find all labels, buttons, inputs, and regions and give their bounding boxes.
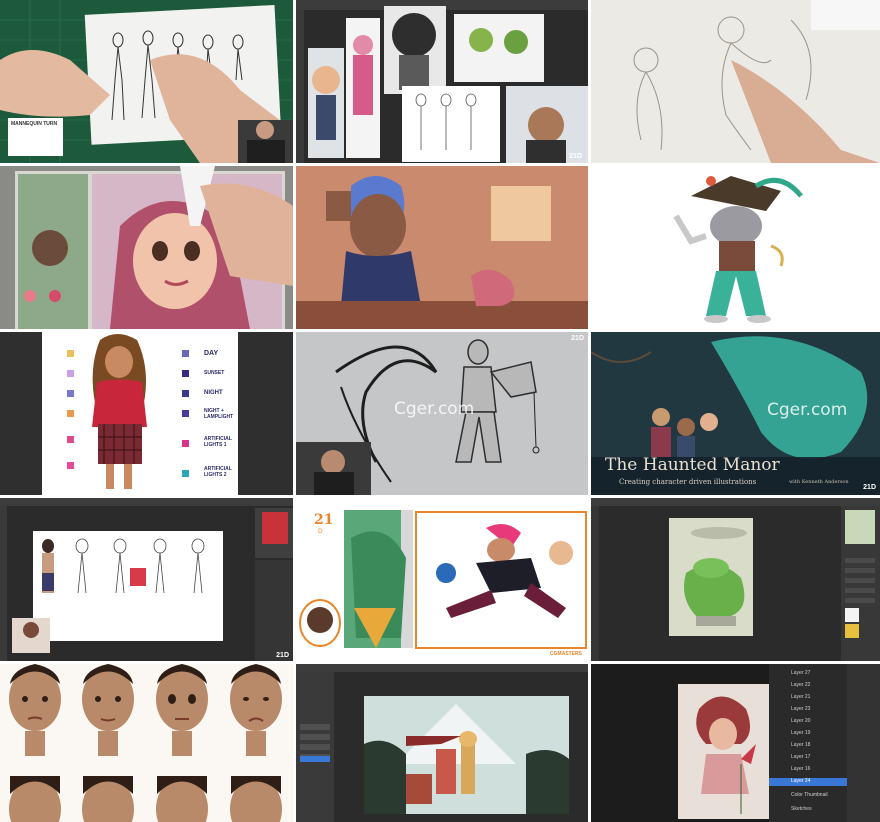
facial-expressions — [9, 664, 282, 822]
logo-21: 21 — [314, 512, 334, 528]
tile-mannequin-sketch: MANNEQUIN TURN — [0, 0, 293, 163]
character-thumbnails — [296, 0, 588, 163]
label-sunset: SUNSET — [204, 370, 225, 376]
tile-pirate-character — [591, 166, 880, 329]
21d-badge: 21D — [571, 335, 584, 342]
tile-tablet-painting — [0, 166, 293, 329]
girl-dragon-illustration — [296, 166, 588, 329]
tile-crocodile-photoshop — [591, 498, 880, 661]
layer-item[interactable]: Color Thumbnail — [769, 792, 847, 800]
21d-badge: 21D — [569, 153, 582, 160]
watermark: Cger.com — [394, 399, 475, 419]
tile-girl-with-dragon — [296, 166, 588, 329]
course-subtitle: Creating character driven illustrations — [619, 478, 757, 486]
tile-figure-sketch — [591, 0, 880, 163]
layer-item[interactable]: Sketches — [769, 806, 847, 814]
tile-haunted-manor: Cger.com The Haunted Manor Creating char… — [591, 332, 880, 495]
layer-item[interactable]: Layer 17 — [769, 754, 847, 762]
layer-item[interactable]: Layer 20 — [769, 718, 847, 726]
course-title: The Haunted Manor — [605, 455, 780, 475]
layers-panel: Layer 27 Layer 22 Layer 21 Layer 23 Laye… — [769, 664, 847, 822]
cutting-mat-scene — [0, 0, 293, 163]
layer-item-selected[interactable]: Layer 24 — [769, 778, 847, 786]
brand-label: CGMASTERS — [550, 651, 582, 657]
layer-item[interactable]: Layer 22 — [769, 682, 847, 690]
course-byline: with Kenneth Anderson — [789, 479, 849, 485]
layer-item[interactable]: Layer 18 — [769, 742, 847, 750]
tile-character-collage: 21D — [296, 0, 588, 163]
photoshop-turnaround — [0, 498, 293, 661]
label-night-lamplight: NIGHT + LAMPLIGHT — [204, 408, 234, 420]
tile-fantasy-city — [296, 664, 588, 822]
mannequin-caption: MANNEQUIN TURN — [11, 121, 58, 127]
logo-d: D — [318, 528, 323, 535]
tablet-painting-scene — [15, 166, 293, 329]
course-preview-collage: MANNEQUIN TURN 21D DAY SUNSET NIGHT NIGH… — [0, 0, 880, 822]
tile-scythe-sketch: Cger.com 21D — [296, 332, 588, 495]
layer-item[interactable]: Layer 16 — [769, 766, 847, 774]
layer-item[interactable]: Layer 21 — [769, 694, 847, 702]
21d-badge: 21D — [276, 652, 289, 659]
dynamic-character-illustration — [299, 510, 587, 649]
tile-lighting-swatches: DAY SUNSET NIGHT NIGHT + LAMPLIGHT ARTIF… — [0, 332, 293, 495]
label-artificial-1: ARTIFICIAL LIGHTS 1 — [204, 436, 232, 448]
layer-item[interactable]: Layer 23 — [769, 706, 847, 714]
watermark: Cger.com — [767, 400, 848, 420]
tile-procreate-layers: Layer 27 Layer 22 Layer 21 Layer 23 Laye… — [591, 664, 880, 822]
tile-turnaround-photoshop: 21D — [0, 498, 293, 661]
pirate-illustration — [673, 176, 803, 323]
crocodile-artwork — [591, 498, 880, 661]
label-night: NIGHT — [204, 390, 223, 396]
gesture-sketch — [633, 0, 880, 163]
layer-item[interactable]: Layer 27 — [769, 670, 847, 678]
tile-dynamic-character: 21 D CGMASTERS — [296, 498, 588, 661]
label-artificial-2: ARTIFICIAL LIGHTS 2 — [204, 466, 232, 478]
layer-panel-right — [847, 664, 880, 822]
label-day: DAY — [204, 350, 219, 357]
tile-expression-sheet — [0, 664, 293, 822]
layer-item[interactable]: Layer 19 — [769, 730, 847, 738]
city-landscape — [296, 664, 588, 822]
21d-badge: 21D — [863, 484, 876, 491]
